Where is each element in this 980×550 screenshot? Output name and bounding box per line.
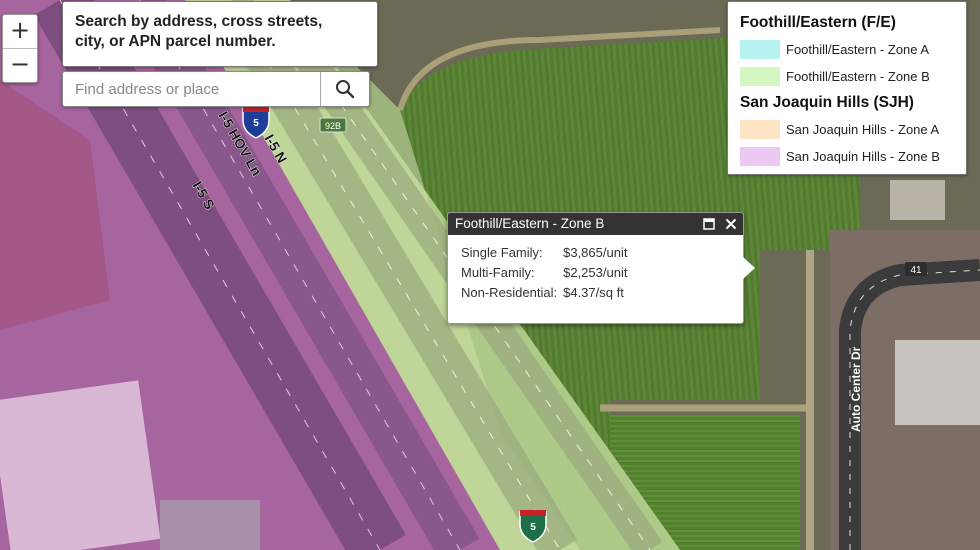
row-value: $4.37/sq ft xyxy=(563,285,624,300)
legend-swatch-fe-zone-b xyxy=(740,67,780,86)
maximize-icon xyxy=(703,218,715,230)
zoom-out-button[interactable]: − xyxy=(3,48,37,82)
search-box xyxy=(62,71,370,107)
legend-label: San Joaquin Hills - Zone B xyxy=(786,149,940,164)
exit-92b-marker: 92B xyxy=(319,117,347,133)
close-button[interactable] xyxy=(721,214,741,234)
table-row: Multi-Family: $2,253/unit xyxy=(461,265,633,285)
route-41-marker: 41 xyxy=(905,262,927,276)
building xyxy=(0,380,161,550)
table-row: Non-Residential: $4.37/sq ft xyxy=(461,285,633,305)
row-value: $2,253/unit xyxy=(563,265,628,280)
search-icon xyxy=(336,80,355,99)
info-popup: Foothill/Eastern - Zone B Single Family:… xyxy=(447,212,755,324)
zoom-in-button[interactable]: + xyxy=(3,15,37,48)
search-help-line-2: city, or APN parcel number. xyxy=(75,33,276,50)
shield-number: 5 xyxy=(253,118,259,129)
legend-swatch-sjh-zone-a xyxy=(740,120,780,139)
building xyxy=(895,340,980,425)
svg-text:41: 41 xyxy=(910,265,922,276)
legend-item-sjh-zone-a: San Joaquin Hills - Zone A xyxy=(740,116,966,143)
close-icon xyxy=(725,218,737,230)
map-legend: Foothill/Eastern (F/E) Foothill/Eastern … xyxy=(727,1,967,175)
row-value: $3,865/unit xyxy=(563,245,628,260)
search-button[interactable] xyxy=(320,72,369,106)
zoom-control: + − xyxy=(2,14,38,83)
legend-swatch-sjh-zone-b xyxy=(740,147,780,166)
table-row: Single Family: $3,865/unit xyxy=(461,245,633,265)
legend-item-fe-zone-a: Foothill/Eastern - Zone A xyxy=(740,36,966,63)
maximize-button[interactable] xyxy=(699,214,719,234)
search-input[interactable] xyxy=(63,72,320,106)
row-label: Multi-Family: xyxy=(461,265,535,280)
legend-label: Foothill/Eastern - Zone A xyxy=(786,42,930,57)
legend-item-sjh-zone-b: San Joaquin Hills - Zone B xyxy=(740,143,966,170)
row-label: Single Family: xyxy=(461,245,543,260)
legend-swatch-fe-zone-a xyxy=(740,40,780,59)
legend-group-title-sjh: San Joaquin Hills (SJH) xyxy=(740,94,914,111)
legend-label: San Joaquin Hills - Zone A xyxy=(786,122,940,137)
legend-item-fe-zone-b: Foothill/Eastern - Zone B xyxy=(740,63,966,90)
legend-label: Foothill/Eastern - Zone B xyxy=(786,69,930,84)
road-label-auto-center-dr: Auto Center Dr xyxy=(849,346,863,432)
shield-number-bottom: 5 xyxy=(530,522,536,533)
popup-pointer xyxy=(743,257,755,279)
popup-titlebar: Foothill/Eastern - Zone B xyxy=(448,213,743,235)
popup-content-table: Single Family: $3,865/unit Multi-Family:… xyxy=(461,245,633,305)
row-label: Non-Residential: xyxy=(461,285,558,300)
search-help-text: Search by address, cross streets, city, … xyxy=(62,1,378,67)
svg-text:92B: 92B xyxy=(325,121,341,131)
search-help-line-1: Search by address, cross streets, xyxy=(75,13,323,30)
popup-title: Foothill/Eastern - Zone B xyxy=(455,216,605,231)
legend-group-title-fe: Foothill/Eastern (F/E) xyxy=(740,14,896,31)
